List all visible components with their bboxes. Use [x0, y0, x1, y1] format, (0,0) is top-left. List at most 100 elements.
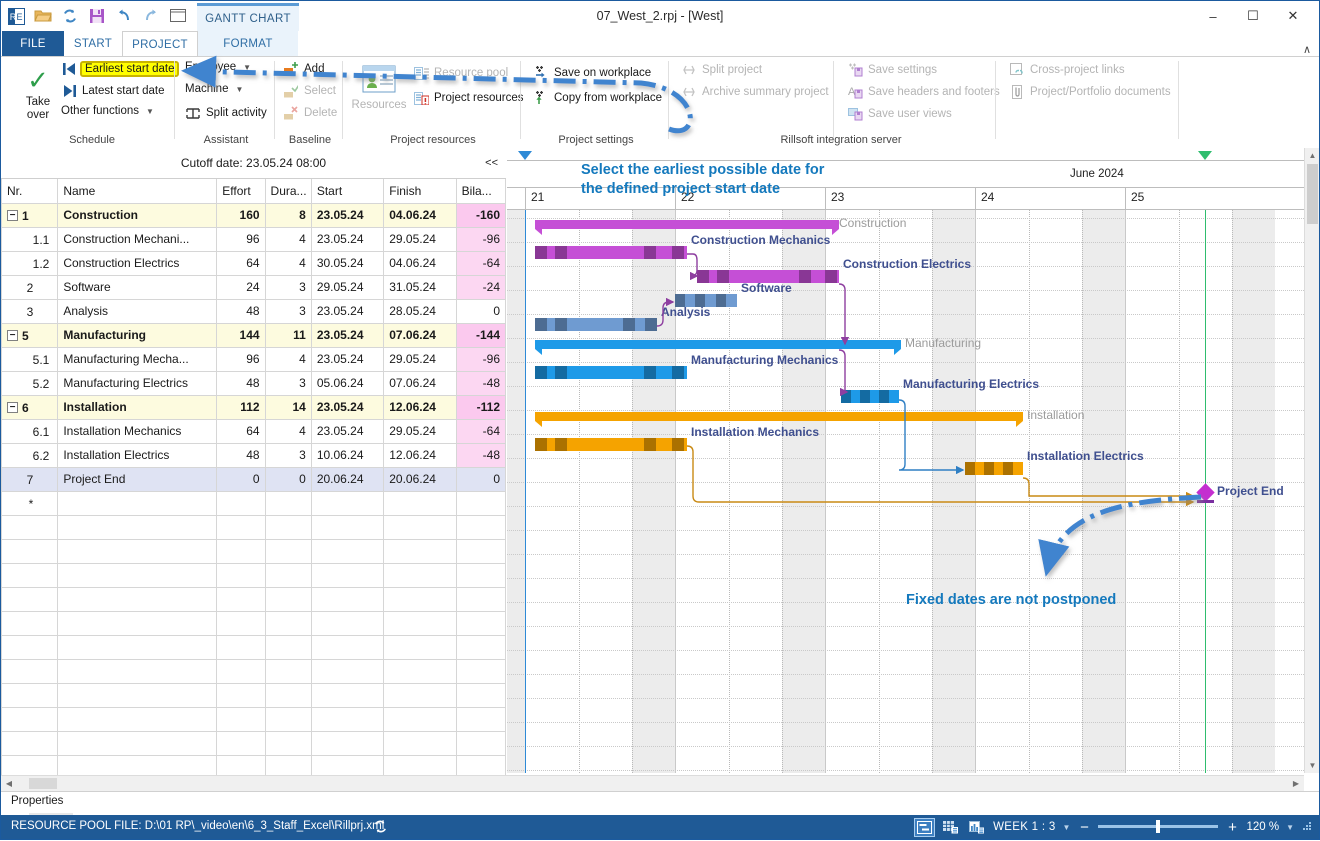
vertical-scrollbar-thumb[interactable]: [1307, 164, 1318, 224]
task-bar[interactable]: [965, 462, 1023, 475]
col-header-start[interactable]: Start: [310, 179, 385, 204]
save-on-workplace-button[interactable]: Save on workplace: [533, 65, 651, 81]
properties-tab[interactable]: Properties: [11, 795, 63, 807]
table-row-empty[interactable]: [0, 562, 507, 588]
timescale-label[interactable]: WEEK 1 : 3: [993, 821, 1055, 833]
col-header-duration[interactable]: Dura...: [264, 179, 312, 204]
table-row[interactable]: 3 Analysis 48 3 23.05.24 28.05.24 0: [0, 298, 507, 324]
col-header-balance[interactable]: Bila...: [455, 179, 507, 204]
machine-button[interactable]: Machine ▼: [185, 83, 243, 95]
horizontal-scrollbar[interactable]: ◀ ▶: [1, 775, 1304, 791]
table-row-empty[interactable]: [0, 514, 507, 540]
row-expander[interactable]: −: [7, 401, 18, 413]
cell-finish: 29.05.24: [383, 346, 457, 372]
tab-format[interactable]: FORMAT: [198, 31, 298, 57]
table-row-empty[interactable]: [0, 682, 507, 708]
table-row[interactable]: 6.1 Installation Mechanics 64 4 23.05.24 29.0…: [0, 418, 507, 444]
table-row[interactable]: 1.2 Construction Electrics 64 4 30.05.24 04.0…: [0, 250, 507, 276]
add-baseline-button[interactable]: Add: [283, 61, 324, 77]
task-bar[interactable]: [535, 366, 687, 379]
latest-start-date-button[interactable]: Latest start date: [61, 83, 164, 99]
bar-label: Installation Mechanics: [691, 425, 820, 439]
summary-bar[interactable]: [535, 412, 1023, 427]
gantt-chart-body[interactable]: Construction Construction Mechanics Constr…: [507, 210, 1304, 773]
col-header-nr[interactable]: Nr.: [0, 179, 59, 204]
table-row-empty[interactable]: [0, 586, 507, 612]
zoom-out-button[interactable]: −: [1077, 819, 1091, 836]
chevron-down-icon[interactable]: ▼: [243, 63, 251, 72]
grid-view-button[interactable]: [941, 819, 960, 836]
cell-effort: 48: [216, 298, 266, 324]
table-row[interactable]: −5 Manufacturing 144 11 23.05.24 07.06.24 -144: [0, 322, 507, 348]
task-bar[interactable]: [535, 246, 687, 259]
cell-empty: [264, 586, 312, 612]
table-row[interactable]: 7 Project End 0 0 20.06.24 20.06.24 0: [0, 466, 507, 492]
collapse-pane-button[interactable]: <<: [485, 157, 498, 169]
copy-from-workplace-button[interactable]: Copy from workplace: [533, 90, 662, 106]
col-header-finish[interactable]: Finish: [383, 179, 457, 204]
row-expander[interactable]: −: [7, 209, 18, 221]
milestone-diamond[interactable]: [1196, 483, 1215, 502]
refresh-status-icon[interactable]: [373, 819, 388, 837]
resize-grip-icon[interactable]: [1301, 820, 1313, 834]
project-end-marker-triangle-icon[interactable]: [1198, 151, 1212, 160]
tab-start[interactable]: START: [64, 31, 122, 57]
scroll-down-arrow-icon[interactable]: ▼: [1305, 758, 1320, 773]
project-start-marker-triangle-icon[interactable]: [518, 151, 532, 160]
table-row-empty[interactable]: [0, 658, 507, 684]
chevron-down-icon[interactable]: ▼: [235, 85, 243, 94]
table-row-empty[interactable]: [0, 538, 507, 564]
task-bar[interactable]: [535, 438, 687, 451]
row-expander[interactable]: −: [7, 329, 18, 341]
chart-view-button[interactable]: [967, 819, 986, 836]
project-portfolio-documents-button: Project/Portfolio documents: [1009, 84, 1171, 100]
split-activity-button[interactable]: Split activity: [185, 105, 267, 121]
col-header-name[interactable]: Name: [57, 179, 218, 204]
table-row[interactable]: −6 Installation 112 14 23.05.24 12.06.24 -112: [0, 394, 507, 420]
timescale-dropdown-icon[interactable]: ▼: [1063, 823, 1071, 832]
scroll-right-arrow-icon[interactable]: ▶: [1288, 776, 1304, 791]
cell-nr: −6: [0, 394, 59, 420]
collapse-ribbon-button[interactable]: ∧: [1303, 43, 1311, 56]
close-button[interactable]: ✕: [1273, 5, 1313, 27]
maximize-button[interactable]: ☐: [1233, 5, 1273, 27]
summary-bar[interactable]: [535, 340, 901, 355]
task-bar-load-segment: [879, 390, 889, 403]
task-bar[interactable]: [841, 390, 899, 403]
gantt-view-button[interactable]: [914, 817, 936, 837]
table-row[interactable]: 2 Software 24 3 29.05.24 31.05.24 -24: [0, 274, 507, 300]
table-row[interactable]: 6.2 Installation Electrics 48 3 10.06.24 12.0…: [0, 442, 507, 468]
employee-button[interactable]: Employee ▼: [185, 61, 251, 73]
vertical-scrollbar[interactable]: ▲ ▼: [1304, 148, 1319, 773]
scroll-up-arrow-icon[interactable]: ▲: [1305, 148, 1320, 163]
table-row-empty[interactable]: [0, 634, 507, 660]
zoom-slider[interactable]: [1098, 815, 1219, 839]
zoom-dropdown-icon[interactable]: ▼: [1286, 823, 1294, 832]
tab-project[interactable]: PROJECT: [122, 31, 198, 57]
dependency-link: [687, 253, 699, 281]
table-row[interactable]: 1.1 Construction Mechani... 96 4 23.05.24 29.…: [0, 226, 507, 252]
take-over-button[interactable]: ✓ Take over: [11, 67, 65, 122]
chevron-down-icon[interactable]: ▼: [146, 107, 154, 116]
scroll-left-arrow-icon[interactable]: ◀: [1, 776, 17, 791]
table-row-empty[interactable]: [0, 706, 507, 732]
table-row-empty[interactable]: [0, 610, 507, 636]
cell-empty: [0, 610, 59, 636]
col-header-effort[interactable]: Effort: [216, 179, 266, 204]
earliest-start-date-button[interactable]: Earliest start date: [61, 61, 180, 77]
zoom-slider-thumb[interactable]: [1156, 820, 1161, 833]
horizontal-scrollbar-thumb[interactable]: [29, 778, 57, 789]
summary-bar[interactable]: [535, 220, 839, 235]
table-row[interactable]: 5.1 Manufacturing Mecha... 96 4 23.05.24 29.0…: [0, 346, 507, 372]
minimize-button[interactable]: –: [1193, 5, 1233, 27]
table-row[interactable]: *: [0, 490, 507, 516]
table-row[interactable]: −1 Construction 160 8 23.05.24 04.06.24 -160: [0, 202, 507, 228]
zoom-in-button[interactable]: +: [1225, 819, 1239, 836]
task-bar[interactable]: [535, 318, 657, 331]
table-row[interactable]: 5.2 Manufacturing Electrics 48 3 05.06.24 07.…: [0, 370, 507, 396]
other-functions-button[interactable]: Other functions ▼: [61, 105, 154, 117]
table-row-empty[interactable]: [0, 730, 507, 756]
project-resources-button[interactable]: Project resources: [413, 90, 523, 106]
cell-duration: 3: [264, 274, 312, 300]
tab-file[interactable]: FILE: [2, 31, 64, 57]
